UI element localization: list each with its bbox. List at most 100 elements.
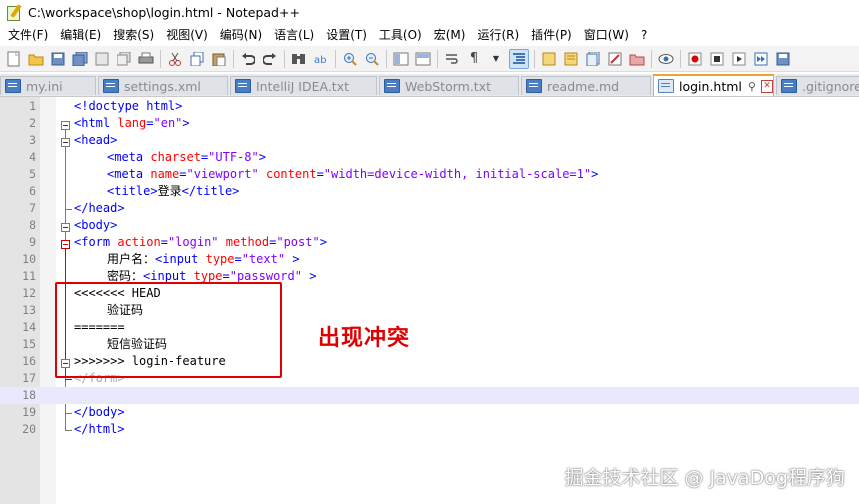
project-panel-icon[interactable] — [628, 50, 646, 68]
file-icon — [781, 79, 797, 93]
line-number: 9 — [29, 235, 36, 249]
document-map-icon[interactable] — [562, 50, 580, 68]
menu-run[interactable]: 运行(R) — [471, 24, 525, 46]
title-bar: C:\workspace\shop\login.html - Notepad++ — [0, 0, 859, 24]
zoom-out-icon[interactable] — [363, 50, 381, 68]
folder-as-workspace-icon[interactable] — [606, 50, 624, 68]
tab-gitignore[interactable]: .gitignore — [776, 76, 859, 95]
toolbar: ab ¶ ▼ — [0, 46, 859, 72]
tab-webstorm-txt[interactable]: WebStorm.txt — [379, 76, 519, 95]
menu-window[interactable]: 窗口(W) — [578, 24, 635, 46]
menu-encoding[interactable]: 编码(N) — [214, 24, 268, 46]
menu-language[interactable]: 语言(L) — [268, 24, 320, 46]
code-text: <meta charset="UTF-8"> — [107, 150, 266, 164]
toolbar-separator — [233, 49, 234, 68]
close-tab-icon[interactable]: ✕ — [760, 79, 773, 93]
pin-icon[interactable]: ⚲ — [748, 80, 756, 93]
tab-settings-xml[interactable]: settings.xml — [98, 76, 228, 95]
tab-label: login.html — [679, 78, 742, 94]
line-number: 20 — [22, 422, 36, 436]
window-title: C:\workspace\shop\login.html - Notepad++ — [28, 4, 300, 20]
code-line[interactable]: 1 <!doctype html> — [0, 98, 859, 115]
code-line[interactable]: 8 <body> — [0, 217, 859, 234]
code-line[interactable]: 9 <form action="login" method="post"> — [0, 234, 859, 251]
svg-text:ab: ab — [314, 55, 326, 66]
notepad-plus-plus-icon — [6, 4, 22, 21]
menu-help[interactable]: ? — [635, 24, 653, 46]
save-all-icon[interactable] — [71, 50, 89, 68]
tab-label: my.ini — [26, 78, 63, 94]
menu-macro[interactable]: 宏(M) — [428, 24, 472, 46]
tab-intellij-idea-txt[interactable]: IntelliJ IDEA.txt — [230, 76, 377, 95]
code-line[interactable]: 19 </body> — [0, 404, 859, 421]
menu-file[interactable]: 文件(F) — [2, 24, 54, 46]
zoom-in-icon[interactable] — [341, 50, 359, 68]
show-all-characters-icon[interactable]: ¶ — [465, 50, 483, 68]
close-file-icon[interactable] — [93, 50, 111, 68]
code-line[interactable]: 4 <meta charset="UTF-8"> — [0, 149, 859, 166]
toolbar-separator — [437, 49, 438, 68]
toolbar-separator — [651, 49, 652, 68]
code-line[interactable]: 5 <meta name="viewport" content="width=d… — [0, 166, 859, 183]
code-line[interactable]: 6 <title>登录</title> — [0, 183, 859, 200]
dropdown-arrow-icon[interactable]: ▼ — [487, 50, 505, 68]
code-text: <form action="login" method="post"> — [74, 235, 327, 249]
line-number: 17 — [22, 371, 36, 385]
menu-view[interactable]: 视图(V) — [160, 24, 214, 46]
function-list-icon[interactable] — [584, 50, 602, 68]
menu-edit[interactable]: 编辑(E) — [54, 24, 107, 46]
indent-guide-icon[interactable] — [509, 48, 529, 69]
menu-settings[interactable]: 设置(T) — [320, 24, 373, 46]
file-icon — [5, 79, 21, 93]
conflict-highlight-box — [55, 282, 282, 378]
tab-label: WebStorm.txt — [405, 78, 492, 94]
code-line[interactable]: 2 <html lang="en"> — [0, 115, 859, 132]
code-line[interactable]: 10 用户名：<input type="text" > — [0, 251, 859, 268]
save-icon[interactable] — [49, 50, 67, 68]
undo-icon[interactable] — [239, 50, 257, 68]
code-line[interactable]: 20 </html> — [0, 421, 859, 438]
code-text: <head> — [74, 133, 118, 147]
toolbar-separator — [335, 49, 336, 68]
menu-tools[interactable]: 工具(O) — [373, 24, 428, 46]
code-line-current[interactable]: 18 — [0, 387, 859, 404]
monitoring-eye-icon[interactable] — [657, 50, 675, 68]
menu-plugins[interactable]: 插件(P) — [525, 24, 578, 46]
tab-label: settings.xml — [124, 78, 201, 94]
save-macro-icon[interactable] — [774, 50, 792, 68]
code-text: </body> — [74, 405, 125, 419]
record-macro-icon[interactable] — [686, 50, 704, 68]
line-number: 1 — [29, 99, 36, 113]
sync-horizontal-icon[interactable] — [414, 50, 432, 68]
run-macro-multiple-icon[interactable] — [752, 50, 770, 68]
stop-recording-icon[interactable] — [708, 50, 726, 68]
paste-icon[interactable] — [210, 50, 228, 68]
toolbar-separator — [680, 49, 681, 68]
redo-icon[interactable] — [261, 50, 279, 68]
find-icon[interactable] — [290, 50, 308, 68]
word-wrap-icon[interactable] — [443, 50, 461, 68]
close-all-icon[interactable] — [115, 50, 133, 68]
playback-macro-icon[interactable] — [730, 50, 748, 68]
code-line[interactable]: 3 <head> — [0, 132, 859, 149]
user-language-icon[interactable] — [540, 50, 558, 68]
cut-icon[interactable] — [166, 50, 184, 68]
file-icon — [526, 79, 542, 93]
code-line[interactable]: 7 </head> — [0, 200, 859, 217]
file-icon — [658, 79, 674, 93]
sync-vertical-icon[interactable] — [392, 50, 410, 68]
new-file-icon[interactable] — [5, 50, 23, 68]
code-text: <html lang="en"> — [74, 116, 190, 130]
open-folder-icon[interactable] — [27, 50, 45, 68]
tab-my-ini[interactable]: my.ini — [0, 76, 96, 95]
menu-search[interactable]: 搜索(S) — [107, 24, 160, 46]
copy-icon[interactable] — [188, 50, 206, 68]
tab-login-html[interactable]: login.html ⚲ ✕ — [653, 74, 774, 96]
line-number: 5 — [29, 167, 36, 181]
tab-readme-md[interactable]: readme.md — [521, 76, 651, 95]
replace-icon[interactable]: ab — [312, 50, 330, 68]
print-icon[interactable] — [137, 50, 155, 68]
line-number: 14 — [22, 320, 36, 334]
line-number: 10 — [22, 252, 36, 266]
code-text: <meta name="viewport" content="width=dev… — [107, 167, 599, 181]
